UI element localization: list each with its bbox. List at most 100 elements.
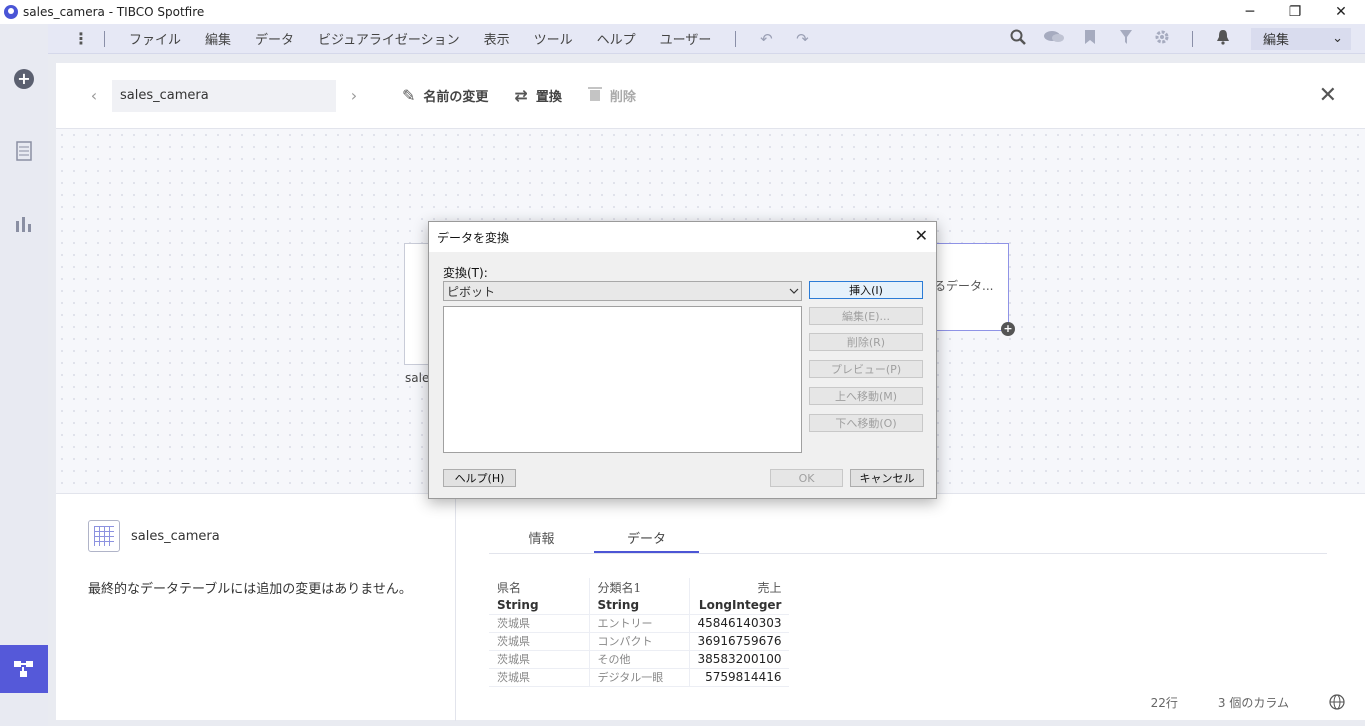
search-icon[interactable] [1000, 29, 1036, 49]
next-table-button[interactable]: › [342, 86, 366, 105]
redo-button[interactable]: ↷ [784, 30, 820, 48]
status-bar: 22行 3 個のカラム [1151, 694, 1365, 713]
table-summary: sales_camera 最終的なデータテーブルには追加の変更はありません。 [56, 494, 456, 721]
preview-button[interactable]: プレビュー(P) [809, 360, 923, 378]
table-cell: 5759814416 [688, 668, 790, 687]
insert-button[interactable]: 挿入(I) [809, 281, 923, 299]
data-canvas-button[interactable] [0, 645, 48, 693]
mode-select[interactable]: 編集 ⌄ [1251, 27, 1351, 50]
tab-info[interactable]: 情報 [489, 516, 594, 553]
rename-button[interactable]: ✎ 名前の変更 [402, 86, 488, 105]
ok-button[interactable]: OK [770, 469, 843, 487]
result-node-label: るデータ... [934, 279, 994, 293]
summary-table-name: sales_camera [131, 529, 220, 544]
visualizations-button[interactable] [0, 203, 48, 243]
table-row: 茨城県 コンパクト 36916759676 [489, 632, 790, 651]
menu-visualization[interactable]: ビジュアライゼーション [306, 29, 472, 48]
column-type: String [489, 596, 589, 615]
data-canvas-toolbar: ‹ sales_camera › ✎ 名前の変更 ⇄ 置換 削除 ✕ [56, 63, 1365, 129]
table-cell: デジタル一眼 [588, 668, 689, 687]
add-data-button[interactable]: + [0, 59, 48, 99]
plus-circle-icon: + [14, 69, 34, 89]
menu-user[interactable]: ユーザー [648, 29, 724, 48]
transform-label: 変換(T): [443, 266, 488, 280]
remove-button[interactable]: 削除(R) [809, 333, 923, 351]
more-menu-button[interactable]: ⋮ [70, 29, 92, 48]
menu-separator [104, 30, 105, 47]
minimize-button[interactable]: ─ [1227, 0, 1273, 24]
table-cell: 45846140303 [688, 614, 790, 633]
menu-tools[interactable]: ツール [522, 29, 585, 48]
add-step-button[interactable]: + [1001, 322, 1015, 336]
menu-view[interactable]: 表示 [472, 29, 522, 48]
left-rail: + [0, 24, 48, 726]
rename-label: 名前の変更 [423, 90, 489, 105]
table-cell: 茨城県 [489, 650, 589, 669]
move-down-button[interactable]: 下へ移動(O) [809, 414, 923, 432]
table-cell: エントリー [588, 614, 689, 633]
table-cell: 茨城県 [489, 614, 589, 633]
window-title: sales_camera - TIBCO Spotfire [23, 5, 205, 19]
transform-select[interactable]: ピボット [443, 281, 802, 301]
data-preview-table: 県名 分類名1 売上 String String LongInteger 茨城県… [489, 578, 790, 687]
cancel-button[interactable]: キャンセル [850, 469, 924, 487]
table-row: 茨城県 エントリー 45846140303 [489, 614, 790, 633]
close-window-button[interactable]: ✕ [1318, 0, 1364, 24]
pencil-icon: ✎ [402, 86, 416, 105]
summary-info-text: 最終的なデータテーブルには追加の変更はありません。 [88, 582, 412, 597]
comments-icon[interactable] [1036, 30, 1072, 48]
edit-button[interactable]: 編集(E)... [809, 307, 923, 325]
table-cell: 38583200100 [688, 650, 790, 669]
dialog-close-button[interactable]: ✕ [915, 226, 928, 245]
menu-help[interactable]: ヘルプ [585, 29, 648, 48]
table-name-field[interactable]: sales_camera [112, 79, 336, 112]
tab-data[interactable]: データ [594, 516, 699, 553]
dialog-title-bar: データを変換 ✕ [429, 222, 936, 252]
move-up-button[interactable]: 上へ移動(M) [809, 387, 923, 405]
filter-icon[interactable] [1108, 29, 1144, 49]
table-row: 茨城県 その他 38583200100 [489, 650, 790, 669]
table-cell: 茨城県 [489, 632, 589, 651]
row-count: 22行 [1150, 696, 1178, 710]
delete-button[interactable]: 削除 [587, 86, 636, 106]
menu-edit[interactable]: 編集 [193, 29, 243, 48]
menu-file[interactable]: ファイル [117, 29, 193, 48]
transform-data-dialog: データを変換 ✕ 変換(T): ピボット 挿入(I) 編集(E)... 削除(R… [428, 221, 937, 499]
table-cell: 茨城県 [489, 668, 589, 687]
transform-list[interactable] [443, 306, 802, 453]
window-title-bar: sales_camera - TIBCO Spotfire ─ ❐ ✕ [0, 0, 1365, 24]
table-cell: 36916759676 [688, 632, 790, 651]
bell-icon[interactable] [1205, 29, 1241, 49]
table-preview: 情報 データ 県名 分類名1 売上 String String LongInte… [457, 494, 1365, 721]
help-button[interactable]: ヘルプ(H) [443, 469, 516, 487]
restore-button[interactable]: ❐ [1272, 0, 1318, 24]
spotfire-logo-icon [4, 5, 18, 19]
replace-button[interactable]: ⇄ 置換 [514, 86, 561, 105]
menu-data[interactable]: データ [243, 29, 306, 48]
table-cell: その他 [588, 650, 689, 669]
gear-icon[interactable] [1144, 29, 1180, 49]
chevron-down-icon [787, 286, 801, 297]
table-icon [88, 520, 120, 552]
column-header-name: 県名 [497, 580, 522, 595]
close-panel-button[interactable]: ✕ [1319, 83, 1337, 108]
column-count: 3 個のカラム [1217, 696, 1289, 710]
data-panel-button[interactable] [0, 131, 48, 171]
delete-label: 削除 [609, 90, 636, 105]
undo-button[interactable]: ↶ [748, 30, 784, 48]
dialog-title: データを変換 [437, 230, 510, 245]
menu-separator [735, 30, 737, 47]
bar-chart-icon [16, 217, 31, 232]
column-type: String [588, 596, 689, 615]
transform-select-value: ピボット [447, 284, 496, 299]
globe-icon[interactable] [1329, 694, 1345, 713]
column-header-name: 売上 [688, 578, 790, 596]
table-row: 茨城県 デジタル一眼 5759814416 [489, 668, 790, 687]
prev-table-button[interactable]: ‹ [82, 86, 106, 105]
menu-bar: ⋮ ファイル 編集 データ ビジュアライゼーション 表示 ツール ヘルプ ユーザ… [48, 24, 1365, 54]
list-icon [16, 141, 32, 161]
trash-icon [587, 86, 602, 106]
replace-label: 置換 [535, 90, 562, 105]
bookmark-icon[interactable] [1072, 29, 1108, 49]
menu-separator [1192, 30, 1193, 47]
